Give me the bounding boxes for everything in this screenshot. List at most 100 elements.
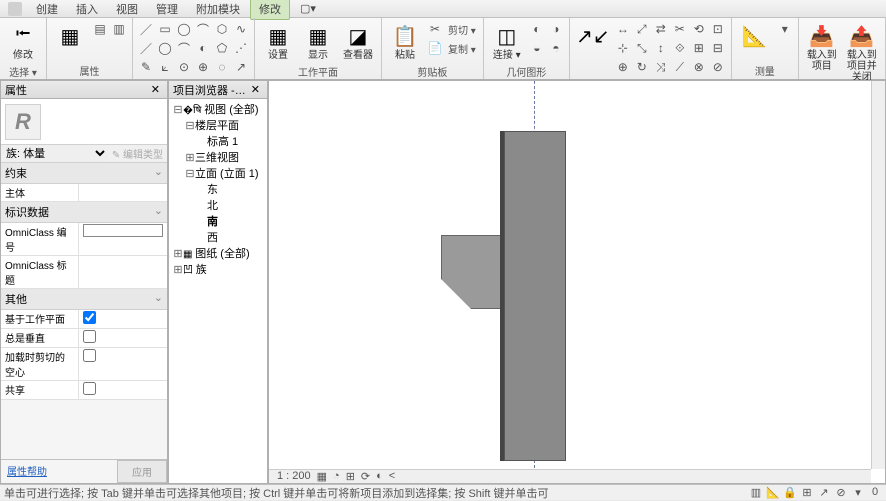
tab-insert[interactable]: 插入	[68, 0, 106, 19]
ribbon-small-button[interactable]: ⤨	[652, 58, 670, 76]
ribbon-small-button[interactable]: ⌒	[194, 20, 212, 38]
tree-floorplans[interactable]: ⊟楼层平面 标高 1	[185, 117, 265, 149]
ribbon-small-button[interactable]: ◯	[156, 39, 174, 57]
ribbon-small-button[interactable]: ▥	[110, 20, 128, 38]
drawing-canvas[interactable]: 1 : 200 ▦ ◔ ⊞ ⟳ ◐ <	[268, 80, 886, 484]
status-icon[interactable]: 🔒	[783, 486, 797, 499]
ribbon-small-button[interactable]: ↻	[633, 58, 651, 76]
tab-manage[interactable]: 管理	[148, 0, 186, 19]
ribbon-small-button[interactable]: ✂	[426, 20, 444, 38]
ribbon-button[interactable]: ↗↙	[574, 20, 612, 52]
ribbon-small-button[interactable]: ⇄	[652, 20, 670, 38]
properties-help-link[interactable]: 属性帮助	[1, 460, 117, 483]
ribbon-small-button[interactable]: ↕	[652, 39, 670, 57]
ribbon-small-button[interactable]: ◯	[175, 20, 193, 38]
edit-type-button[interactable]: ✎ 编辑类型	[108, 145, 167, 162]
ribbon-button[interactable]: ▦	[51, 20, 89, 52]
view-scale[interactable]: 1 : 200	[277, 470, 311, 483]
tab-addins[interactable]: 附加模块	[188, 0, 248, 19]
prop-value[interactable]	[79, 310, 167, 328]
ribbon-small-button[interactable]: ⟋	[671, 58, 689, 76]
prop-checkbox[interactable]	[83, 330, 96, 343]
vc-crop-icon[interactable]: ◐	[376, 470, 383, 483]
ribbon-small-button[interactable]: ▭	[156, 20, 174, 38]
ribbon-button[interactable]: 📤载入到项目并关闭	[843, 20, 881, 85]
tree-level1[interactable]: 标高 1	[197, 133, 265, 149]
ribbon-button[interactable]: 📐	[736, 20, 774, 52]
ribbon-small-button[interactable]: ▤	[91, 20, 109, 38]
status-icon[interactable]: 0	[868, 486, 882, 499]
status-icon[interactable]: ⊘	[834, 486, 848, 499]
prop-value[interactable]	[79, 223, 167, 255]
prop-section-header[interactable]: 约束⌄	[1, 163, 167, 184]
ribbon-small-button[interactable]: ⊙	[175, 58, 193, 76]
ribbon-small-button[interactable]: ⊡	[709, 20, 727, 38]
status-icon[interactable]: ↗	[817, 486, 831, 499]
ribbon-small-button[interactable]: ◐	[528, 20, 546, 38]
ribbon-small-button[interactable]: ↔	[614, 20, 632, 38]
ribbon-small-button[interactable]: 复制 ▾	[445, 39, 479, 57]
prop-value[interactable]	[79, 184, 167, 201]
tab-view[interactable]: 视图	[108, 0, 146, 19]
ribbon-small-button[interactable]: ⊗	[690, 58, 708, 76]
ribbon-small-button[interactable]: ⤢	[633, 20, 651, 38]
prop-section-header[interactable]: 其他⌄	[1, 289, 167, 310]
ribbon-small-button[interactable]: 剪切 ▾	[445, 20, 479, 38]
apply-button[interactable]: 应用	[117, 460, 167, 483]
tree-elev-west[interactable]: 西	[197, 229, 265, 245]
ribbon-small-button[interactable]: ⋰	[232, 39, 250, 57]
close-icon[interactable]: ✕	[148, 83, 163, 96]
ribbon-small-button[interactable]: ⊹	[614, 39, 632, 57]
ribbon-small-button[interactable]: ⟐	[671, 39, 689, 57]
ribbon-small-button[interactable]: ／	[137, 20, 155, 38]
prop-value[interactable]	[79, 256, 167, 288]
prop-value[interactable]	[79, 329, 167, 347]
tree-families[interactable]: ⊞凹 族	[173, 261, 265, 277]
tree-sheets[interactable]: ⊞▦ 图纸 (全部)	[173, 245, 265, 261]
prop-section-header[interactable]: 标识数据⌄	[1, 202, 167, 223]
ribbon-small-button[interactable]: 📄	[426, 39, 444, 57]
ribbon-small-button[interactable]: ⬡	[213, 20, 231, 38]
ribbon-small-button[interactable]: ⟲	[690, 20, 708, 38]
ribbon-button[interactable]: ▦设置	[259, 20, 297, 63]
ribbon-small-button[interactable]: ↗	[232, 58, 250, 76]
ribbon-small-button[interactable]: ◐	[194, 39, 212, 57]
ribbon-small-button[interactable]: ◑	[547, 20, 565, 38]
ribbon-small-button[interactable]: ⊕	[614, 58, 632, 76]
ribbon-small-button[interactable]: ⊟	[709, 39, 727, 57]
tree-elev-east[interactable]: 东	[197, 181, 265, 197]
ribbon-small-button[interactable]: ⟀	[156, 58, 174, 76]
ribbon-small-button[interactable]: ⌒	[175, 39, 193, 57]
tab-extra[interactable]: ▢▾	[292, 0, 324, 17]
ribbon-small-button[interactable]: ◌	[213, 58, 231, 76]
ribbon-small-button[interactable]: ✂	[671, 20, 689, 38]
type-selector[interactable]: 族: 体量	[1, 145, 108, 162]
tab-create[interactable]: 创建	[28, 0, 66, 19]
ribbon-small-button[interactable]: ◓	[547, 39, 565, 57]
vc-shadow-icon[interactable]: ⟳	[361, 470, 370, 483]
tree-elev-north[interactable]: 北	[197, 197, 265, 213]
app-icon[interactable]	[8, 2, 22, 16]
prop-input[interactable]	[83, 224, 163, 237]
vc-detail-icon[interactable]: ▦	[317, 470, 327, 483]
prop-value[interactable]	[79, 348, 167, 380]
tree-3dviews[interactable]: ⊞三维视图	[185, 149, 265, 165]
prop-checkbox[interactable]	[83, 311, 96, 324]
vc-style-icon[interactable]: ◔	[333, 470, 340, 483]
ribbon-button[interactable]: ⭰修改	[4, 20, 42, 63]
ribbon-small-button[interactable]: ▾	[776, 20, 794, 38]
ribbon-small-button[interactable]: ／	[137, 39, 155, 57]
ribbon-small-button[interactable]: ⊕	[194, 58, 212, 76]
vc-more-icon[interactable]: <	[389, 470, 395, 483]
tree-elevations[interactable]: ⊟立面 (立面 1) 东 北 南 西	[185, 165, 265, 245]
ribbon-small-button[interactable]: ⤡	[633, 39, 651, 57]
ribbon-small-button[interactable]: ⊘	[709, 58, 727, 76]
ribbon-button[interactable]: 📋粘贴	[386, 20, 424, 63]
prop-value[interactable]	[79, 381, 167, 399]
ribbon-small-button[interactable]: ∿	[232, 20, 250, 38]
status-icon[interactable]: ▾	[851, 486, 865, 499]
tree-elev-south[interactable]: 南	[197, 213, 265, 229]
ribbon-button[interactable]: ▦显示	[299, 20, 337, 63]
status-icon[interactable]: ⊞	[800, 486, 814, 499]
tree-views-root[interactable]: ⊟�षि 视图 (全部) ⊟楼层平面 标高 1 ⊞三维视图 ⊟立面 (立面 1)…	[173, 101, 265, 245]
